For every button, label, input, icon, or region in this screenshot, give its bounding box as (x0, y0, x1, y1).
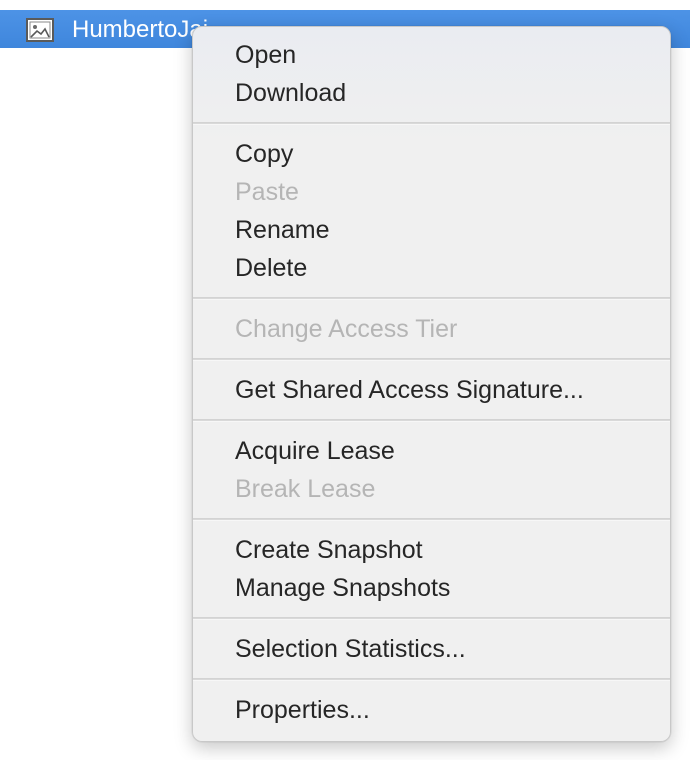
menu-group: Get Shared Access Signature... (193, 371, 670, 409)
file-name: HumbertoJai (72, 16, 209, 43)
menu-separator (193, 297, 670, 300)
menu-group: Open Download (193, 36, 670, 112)
menu-item-copy[interactable]: Copy (193, 135, 670, 173)
menu-item-get-shared-access-signature[interactable]: Get Shared Access Signature... (193, 371, 670, 409)
menu-separator (193, 518, 670, 521)
menu-group: Acquire Lease Break Lease (193, 432, 670, 508)
menu-group: Copy Paste Rename Delete (193, 135, 670, 287)
menu-item-rename[interactable]: Rename (193, 211, 670, 249)
menu-separator (193, 358, 670, 361)
menu-item-properties[interactable]: Properties... (193, 691, 670, 729)
menu-item-open[interactable]: Open (193, 36, 670, 74)
menu-item-selection-statistics[interactable]: Selection Statistics... (193, 630, 670, 668)
context-menu: Open Download Copy Paste Rename Delete Change … (192, 26, 671, 742)
menu-group: Properties... (193, 691, 670, 729)
menu-separator (193, 678, 670, 681)
menu-item-paste: Paste (235, 178, 299, 206)
image-file-icon (26, 18, 54, 42)
menu-item-change-access-tier: Change Access Tier (235, 315, 458, 343)
menu-item-download[interactable]: Download (193, 74, 670, 112)
menu-group: Change Access Tier (193, 310, 670, 348)
menu-item-delete[interactable]: Delete (193, 249, 670, 287)
menu-group: Selection Statistics... (193, 630, 670, 668)
menu-group: Create Snapshot Manage Snapshots (193, 531, 670, 607)
menu-item-break-lease: Break Lease (235, 475, 376, 503)
menu-separator (193, 122, 670, 125)
page: HumbertoJai Open Download Copy Paste Rename D… (0, 0, 690, 760)
menu-item-create-snapshot[interactable]: Create Snapshot (193, 531, 670, 569)
menu-separator (193, 419, 670, 422)
menu-item-manage-snapshots[interactable]: Manage Snapshots (193, 569, 670, 607)
menu-item-acquire-lease[interactable]: Acquire Lease (193, 432, 670, 470)
menu-separator (193, 617, 670, 620)
